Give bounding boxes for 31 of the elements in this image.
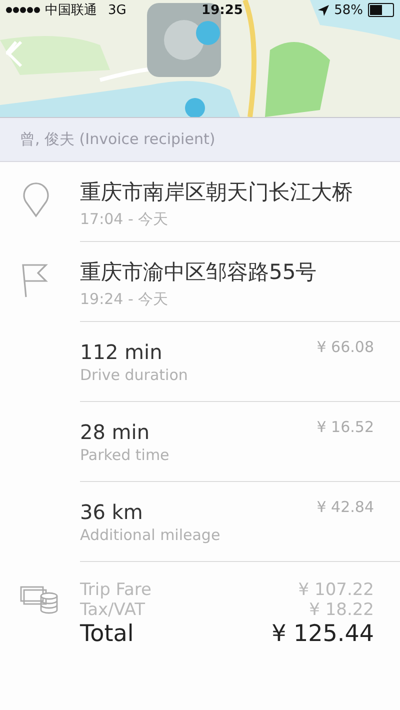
item-price: ¥ 66.08 [316,338,374,356]
item-label: Parked time [80,446,170,464]
total-amount: ¥ 125.44 [272,620,374,648]
fare-amount: ¥ 107.22 [297,580,374,600]
stop-time: 19:24 - 今天 [80,290,170,309]
item-price: ¥ 42.84 [316,498,374,516]
item-value: 28 min [80,420,151,444]
carrier-name: 中国联通 [45,2,97,19]
address: 重庆市渝中区邹容路55号 [80,259,318,286]
recipient-name: 曾, 俊夫 (Invoice recipient) [0,117,400,162]
status-time: 19:25 [202,2,243,18]
flag-icon [22,262,50,298]
item-value: 112 min [80,340,164,364]
signal-icon [6,7,40,13]
network-type: 3G [108,2,126,18]
item-label: Drive duration [80,366,189,384]
pin-icon [22,182,50,218]
battery-icon [368,3,394,17]
location-arrow-icon [318,4,330,16]
cash-coins-icon [20,584,58,614]
item-price: ¥ 16.52 [316,418,374,436]
address: 重庆市南岸区朝天门长江大桥 [80,179,354,206]
fare-label: Trip Fare [80,580,153,600]
item-label: Additional mileage [80,526,222,544]
item-value: 36 km [80,500,144,524]
battery-percent: 58% [334,2,363,18]
total-label: Total [80,620,135,648]
stop-time: 17:04 - 今天 [80,210,170,229]
fare-label: Tax/VAT [80,600,146,620]
fare-amount: ¥ 18.22 [308,600,374,620]
back-icon[interactable] [6,40,24,68]
